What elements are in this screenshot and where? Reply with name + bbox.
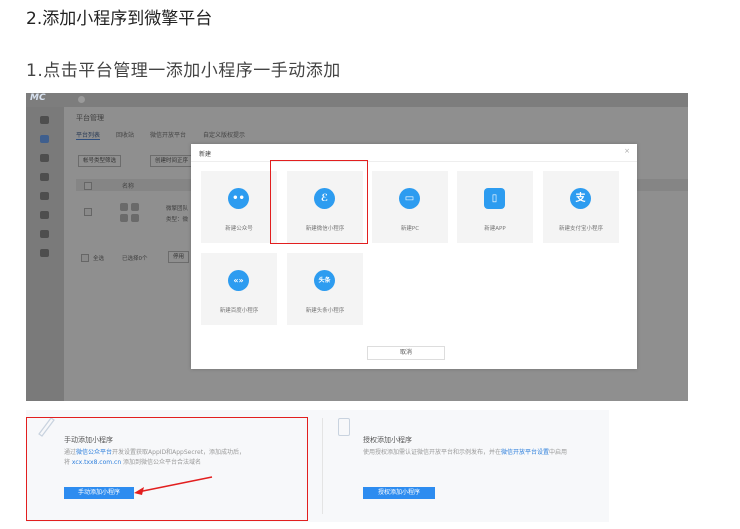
new-account-modal: 新建 × •• 新建公众号 ℰ 新建微信小程序 ▭ 新建PC ▯ 新建APP 支…: [191, 144, 637, 369]
selected-count: 已选择0个: [122, 256, 148, 262]
select-all-label: 全选: [93, 256, 105, 262]
tab-copyright[interactable]: 自定义版权提示: [203, 130, 245, 139]
store-icon[interactable]: [40, 249, 49, 257]
card-label: 新建APP: [484, 226, 506, 232]
card-new-app[interactable]: ▯ 新建APP: [457, 171, 533, 243]
filter-account-type-button[interactable]: 帐号类型筛选: [78, 155, 122, 167]
chat-icon[interactable]: [40, 154, 49, 162]
app-thumbnail-icon: [120, 203, 140, 223]
platform-icon[interactable]: [40, 135, 49, 143]
toutiao-icon: 头条: [314, 270, 335, 291]
card-label: 新建PC: [400, 226, 420, 232]
select-all-checkbox[interactable]: [81, 254, 89, 262]
step-heading: 2.添加小程序到微擎平台: [26, 9, 213, 29]
home-icon[interactable]: [40, 116, 49, 124]
card-new-official-account[interactable]: •• 新建公众号: [201, 171, 277, 243]
disable-button[interactable]: 停用: [168, 251, 190, 263]
message-icon[interactable]: [40, 211, 49, 219]
divider: [191, 161, 637, 162]
sidebar: [26, 107, 64, 401]
logo: MC: [30, 93, 46, 103]
arrow-icon: [134, 476, 213, 495]
wechat-icon: ••: [228, 188, 249, 209]
baidu-icon: «»: [228, 270, 249, 291]
column-name: 名称: [122, 183, 135, 190]
phone-icon: ▯: [484, 188, 505, 209]
highlight-box-mini-program: [270, 160, 368, 244]
avatar: [78, 96, 85, 103]
globe-icon[interactable]: [40, 230, 49, 238]
card-label: 新建公众号: [225, 226, 253, 232]
step-subheading: 1.点击平台管理一添加小程序一手动添加: [26, 61, 341, 81]
top-bar: MC: [26, 93, 688, 107]
tab-recycle-bin[interactable]: 回收站: [116, 130, 134, 139]
users-icon[interactable]: [40, 173, 49, 181]
card-new-toutiao-mini-program[interactable]: 头条 新建头条小程序: [287, 253, 363, 325]
modal-title: 新建: [199, 151, 212, 158]
screenshot-platform-management: MC 平台管理 平台列表 回收站 微信开放平台 自定义版权提示 帐号类型筛选 创…: [26, 93, 688, 401]
sort-created-button[interactable]: 创建时间正序: [150, 155, 194, 167]
card-new-pc[interactable]: ▭ 新建PC: [372, 171, 448, 243]
header-checkbox[interactable]: [84, 182, 92, 190]
row-checkbox[interactable]: [84, 208, 92, 216]
row-name: 微擎团队: [166, 206, 189, 212]
cancel-button[interactable]: 取消: [367, 346, 445, 360]
card-label: 新建头条小程序: [305, 308, 345, 314]
page-title: 平台管理: [76, 114, 104, 122]
screenshot-add-mini-program: 手动添加小程序 通过微信公众平台开发设置获取AppID和AppSecret，添加…: [26, 410, 609, 522]
tab-open-platform[interactable]: 微信开放平台: [150, 130, 186, 139]
monitor-icon: ▭: [399, 188, 420, 209]
alipay-icon: 支: [570, 188, 591, 209]
close-icon[interactable]: ×: [624, 147, 630, 155]
card-label: 新建支付宝小程序: [558, 226, 603, 232]
row-type: 类型：微: [166, 217, 189, 223]
card-new-alipay-mini-program[interactable]: 支 新建支付宝小程序: [543, 171, 619, 243]
tab-platform-list[interactable]: 平台列表: [76, 130, 101, 140]
card-label: 新建百度小程序: [219, 308, 259, 314]
card-new-baidu-mini-program[interactable]: «» 新建百度小程序: [201, 253, 277, 325]
gear-icon[interactable]: [40, 192, 49, 200]
